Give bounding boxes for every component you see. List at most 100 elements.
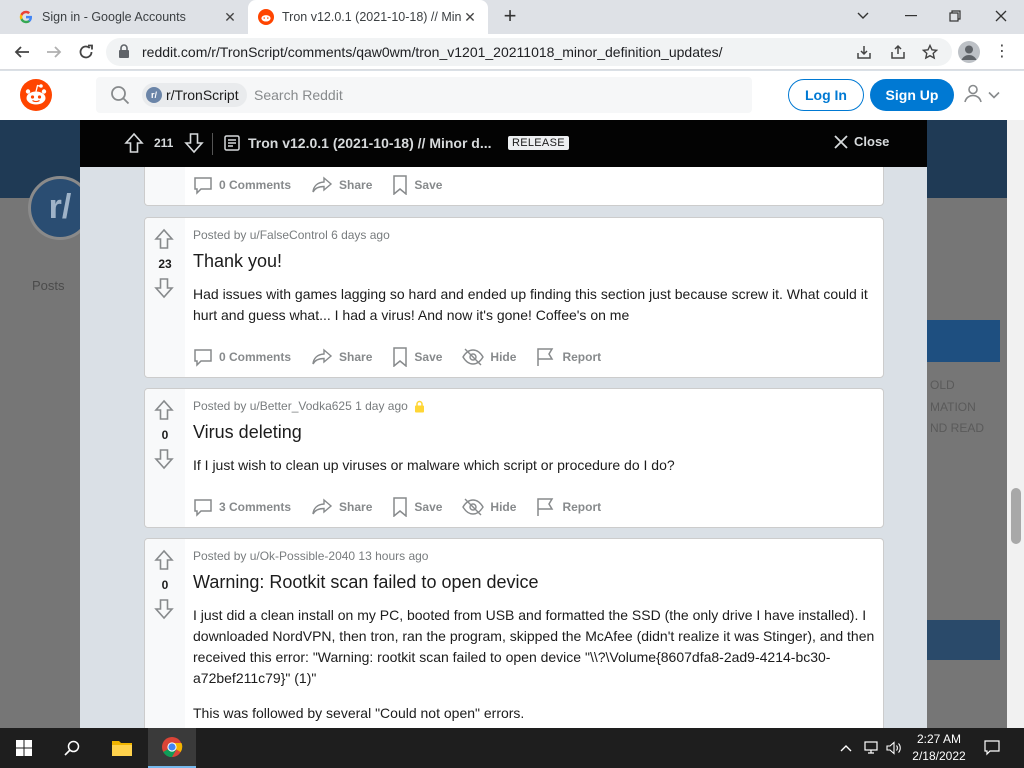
forward-arrow-icon[interactable] [42, 40, 66, 64]
clock-time: 2:27 AM [916, 732, 962, 746]
downvote-arrow-icon[interactable] [154, 277, 174, 304]
community-filter-chip[interactable]: r/ r/TronScript [142, 83, 247, 107]
report-button[interactable]: Report [536, 347, 601, 367]
minimize-icon[interactable] [896, 4, 926, 28]
share-icon [312, 498, 333, 515]
url-text: reddit.com/r/TronScript/comments/qaw0wm/… [142, 44, 723, 60]
sign-up-button[interactable]: Sign Up [870, 79, 954, 111]
close-icon[interactable]: ✕ [462, 9, 478, 25]
network-icon[interactable] [860, 728, 882, 768]
post-flair: RELEASE [508, 136, 569, 150]
post-title[interactable]: Warning: Rootkit scan failed to open dev… [193, 572, 539, 593]
notification-icon[interactable] [978, 728, 1006, 768]
restore-icon[interactable] [940, 4, 970, 28]
comments-button[interactable]: 0 Comments [193, 175, 291, 195]
close-button[interactable]: Close [834, 134, 889, 149]
overlay-post-title: Tron v12.0.1 (2021-10-18) // Minor d... [248, 135, 492, 151]
back-arrow-icon[interactable] [10, 40, 34, 64]
tab-google-accounts[interactable]: Sign in - Google Accounts ✕ [8, 0, 248, 34]
post-title[interactable]: Thank you! [193, 251, 282, 272]
post-author-line: Posted by u/Ok-Possible-2040 13 hours ag… [193, 549, 429, 563]
bookmark-star-icon[interactable] [920, 42, 940, 62]
scrollbar-thumb[interactable] [1011, 488, 1021, 544]
vote-score: 0 [161, 578, 169, 592]
comments-button[interactable]: 0 Comments [193, 347, 291, 367]
post-card[interactable]: 0 Posted by u/Better_Vodka625 1 day ago … [144, 388, 884, 528]
upvote-arrow-icon[interactable] [154, 228, 174, 255]
post-meta: Posted by u/Ok-Possible-2040 13 hours ag… [193, 549, 428, 563]
lock-icon[interactable] [118, 44, 130, 64]
community-chip-label: r/TronScript [166, 87, 239, 103]
posts-tab[interactable]: Posts [32, 278, 65, 293]
comment-icon [194, 177, 212, 195]
save-button[interactable]: Save [392, 347, 442, 367]
comment-icon [194, 499, 212, 517]
comments-label: 0 Comments [219, 350, 292, 364]
tab-reddit-post[interactable]: Tron v12.0.1 (2021-10-18) // Minor ✕ [248, 0, 488, 34]
chevron-down-icon [988, 86, 1000, 104]
scrollbar-track[interactable] [1007, 120, 1024, 728]
system-clock[interactable]: 2:27 AM 2/18/2022 [904, 731, 974, 765]
hide-button[interactable]: Hide [462, 348, 516, 366]
share-button[interactable]: Share [311, 175, 372, 195]
subreddit-icon: r/ [146, 87, 162, 103]
install-app-icon[interactable] [854, 42, 874, 62]
search-input[interactable] [254, 86, 554, 104]
chrome-taskbar-icon[interactable] [148, 728, 196, 768]
browser-menu-icon[interactable]: ⋮ [994, 43, 1010, 61]
upvote-arrow-icon[interactable] [154, 399, 174, 426]
sidebar-card [926, 620, 1000, 660]
new-tab-button[interactable]: + [498, 5, 522, 29]
downvote-arrow-icon[interactable] [154, 448, 174, 475]
reddit-logo-icon[interactable] [20, 79, 52, 111]
comments-button[interactable]: 3 Comments [193, 497, 291, 517]
vote-score: 23 [158, 257, 172, 271]
bookmark-icon [393, 497, 408, 517]
post-feed: 0 Comments Share Save 23 Posted by u/Fal… [80, 167, 927, 728]
flag-icon [537, 348, 554, 366]
save-label: Save [414, 178, 443, 192]
share-button[interactable]: Share [311, 497, 372, 517]
post-card[interactable]: 23 Posted by u/FalseControl 6 days ago T… [144, 217, 884, 378]
close-icon[interactable]: ✕ [222, 9, 238, 25]
post-meta: Posted by u/Better_Vodka625 1 day ago [193, 399, 425, 413]
post-actions: 3 Comments Share Save Hide Report [193, 495, 621, 519]
save-button[interactable]: Save [392, 175, 442, 195]
close-label: Close [854, 134, 890, 149]
save-button[interactable]: Save [392, 497, 442, 517]
share-icon [312, 176, 333, 193]
sidebar-card [926, 320, 1000, 362]
downvote-arrow-icon[interactable] [184, 132, 204, 159]
vote-column: 0 [145, 389, 185, 527]
volume-icon[interactable] [884, 728, 904, 768]
downvote-arrow-icon[interactable] [154, 598, 174, 625]
hide-button[interactable]: Hide [462, 498, 516, 516]
tab-search-icon[interactable] [848, 4, 878, 28]
reload-icon[interactable] [74, 40, 98, 64]
post-title[interactable]: Virus deleting [193, 422, 302, 443]
sidebar-text: MATION [930, 400, 976, 414]
post-body: Had issues with games lagging so hard an… [193, 286, 868, 323]
windows-start-icon[interactable] [0, 728, 48, 768]
post-body: If I just wish to clean up viruses or ma… [193, 457, 675, 473]
hide-label: Hide [490, 350, 517, 364]
upvote-arrow-icon[interactable] [124, 132, 144, 159]
chevron-up-icon[interactable] [836, 728, 856, 768]
file-explorer-icon[interactable] [98, 728, 146, 768]
share-page-icon[interactable] [888, 42, 908, 62]
window-close-icon[interactable] [986, 4, 1016, 28]
search-icon[interactable] [48, 728, 96, 768]
upvote-arrow-icon[interactable] [154, 549, 174, 576]
share-label: Share [339, 350, 373, 364]
vote-score: 211 [154, 136, 174, 150]
log-in-button[interactable]: Log In [788, 79, 864, 111]
address-bar[interactable]: reddit.com/r/TronScript/comments/qaw0wm/… [106, 38, 952, 66]
browser-profile-avatar[interactable] [958, 41, 980, 63]
post-card[interactable]: 0 Posted by u/Ok-Possible-2040 13 hours … [144, 538, 884, 728]
flag-icon [537, 498, 554, 516]
search-bar[interactable]: r/ r/TronScript [96, 77, 752, 113]
report-button[interactable]: Report [536, 497, 601, 517]
post-card[interactable]: 0 Comments Share Save [144, 167, 884, 206]
user-menu-dropdown[interactable] [962, 83, 1006, 107]
share-button[interactable]: Share [311, 347, 372, 367]
